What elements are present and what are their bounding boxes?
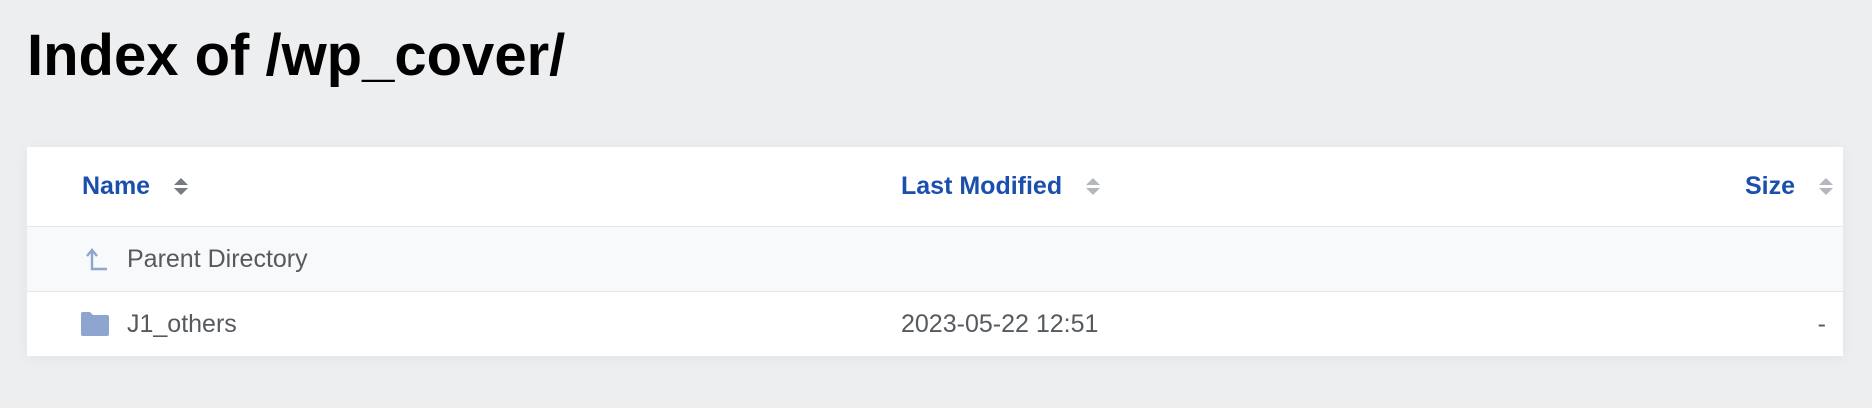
file-listing-table: Name Last Modified Size Parent Directory… — [27, 147, 1843, 356]
sort-arrows-icon — [1819, 177, 1833, 196]
sort-by-size-header[interactable]: Size — [1745, 147, 1833, 226]
table-header-row: Name Last Modified Size — [27, 147, 1843, 227]
size-column-label: Size — [1744, 172, 1795, 200]
size-cell: - — [1817, 309, 1826, 338]
last-modified-cell: 2023-05-22 12:51 — [901, 309, 1099, 338]
sort-arrows-icon — [1086, 177, 1101, 196]
parent-directory-arrow-icon — [79, 227, 111, 291]
sort-by-name-header[interactable]: Name — [82, 147, 189, 226]
sort-arrows-icon — [174, 177, 189, 196]
parent-directory-link[interactable]: Parent Directory — [127, 227, 308, 291]
name-column-label: Name — [82, 172, 151, 200]
parent-directory-row[interactable]: Parent Directory — [27, 227, 1843, 292]
folder-icon — [79, 292, 111, 356]
sort-by-last-modified-header[interactable]: Last Modified — [901, 147, 1101, 226]
table-row[interactable]: J1_others 2023-05-22 12:51 - — [27, 292, 1843, 356]
folder-name-link[interactable]: J1_others — [127, 292, 237, 356]
page-title: Index of /wp_cover/ — [27, 23, 566, 88]
last-modified-column-label: Last Modified — [901, 172, 1063, 200]
